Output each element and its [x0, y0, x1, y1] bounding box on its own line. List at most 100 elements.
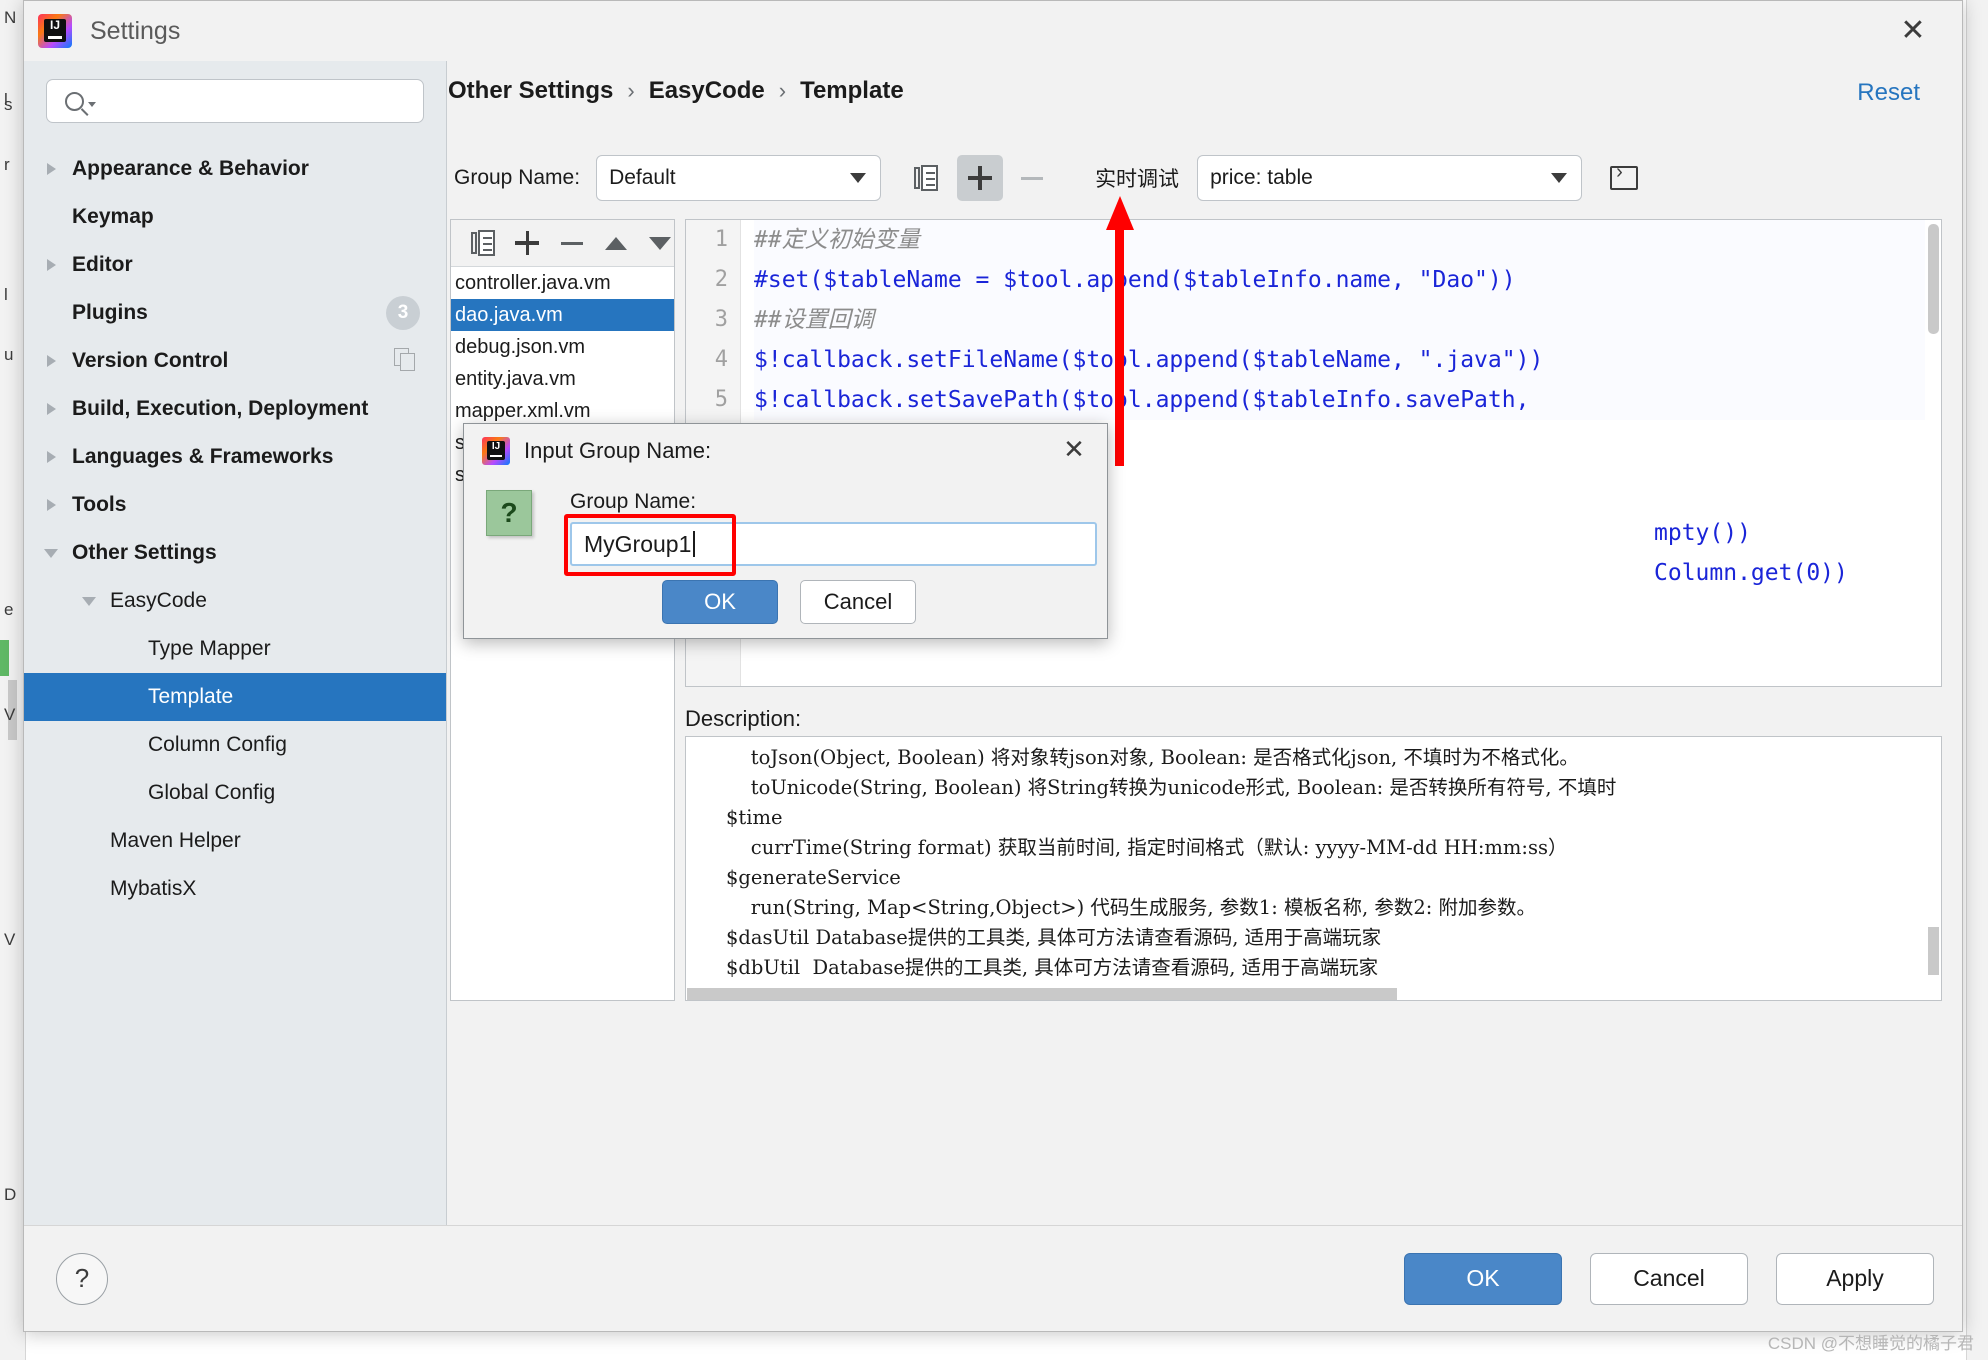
sidebar-item-maven-helper[interactable]: Maven Helper [24, 817, 446, 865]
sidebar-item-other-settings[interactable]: Other Settings [24, 529, 446, 577]
description-vertical-scrollbar[interactable] [1928, 927, 1939, 975]
code-line[interactable]: ##定义初始变量 [754, 220, 1925, 260]
sidebar-item-label: Build, Execution, Deployment [72, 397, 369, 420]
chevron-right-icon[interactable] [46, 451, 56, 463]
group-name-select[interactable]: Default [596, 155, 882, 201]
move-up-button[interactable] [602, 228, 630, 258]
close-icon[interactable]: ✕ [1892, 11, 1934, 51]
sidebar-item-global-config[interactable]: Global Config [24, 769, 446, 817]
line-number: 2 [714, 267, 728, 292]
sidebar-item-mybatisx[interactable]: MybatisX [24, 865, 446, 913]
sidebar-item-template[interactable]: Template [24, 673, 446, 721]
code-line[interactable]: $!callback.setSavePath($tool.append($tab… [754, 380, 1925, 420]
sidebar-item-label: Tools [72, 493, 127, 516]
copy-group-button[interactable] [903, 155, 949, 201]
sidebar-item-appearance-behavior[interactable]: Appearance & Behavior [24, 145, 446, 193]
code-fragment: mpty()) [1654, 520, 1751, 546]
list-item[interactable]: debug.json.vm [451, 331, 674, 363]
dialog-bottom-bar: ? OK Cancel Apply [24, 1225, 1962, 1331]
backdrop-text: N [4, 8, 17, 27]
code-line[interactable]: #set($tableName = $tool.append($tableInf… [754, 260, 1925, 300]
code-line[interactable]: $!callback.setFileName($tool.append($tab… [754, 340, 1925, 380]
sidebar-item-label: EasyCode [110, 589, 207, 612]
settings-tree: Appearance & Behavior Keymap Editor Plugins… [24, 145, 446, 913]
breadcrumb-separator-icon: › [778, 78, 787, 103]
ok-button[interactable]: OK [1404, 1252, 1562, 1305]
reset-link[interactable]: Reset [1857, 79, 1920, 107]
line-number: 3 [714, 307, 728, 332]
sidebar-item-keymap[interactable]: Keymap [24, 193, 446, 241]
tree-twisty-slot [38, 451, 64, 463]
minus-icon [560, 241, 583, 245]
settings-main-panel: Other Settings › EasyCode › Template Res… [448, 61, 1962, 1226]
breadcrumb-item-0[interactable]: Other Settings [448, 77, 613, 105]
move-down-button[interactable] [646, 228, 674, 258]
copy-icon [394, 348, 420, 374]
chevron-down-icon [1551, 173, 1568, 183]
sidebar-item-plugins[interactable]: Plugins 3 [24, 289, 446, 337]
code-line-text: ##定义初始变量 [754, 227, 920, 253]
line-number: 1 [714, 227, 728, 252]
dialog-cancel-button[interactable]: Cancel [800, 580, 916, 624]
list-item[interactable]: entity.java.vm [451, 363, 674, 395]
code-line-text: ##设置回调 [754, 307, 874, 333]
sidebar-item-type-mapper[interactable]: Type Mapper [24, 625, 446, 673]
chevron-right-icon[interactable] [46, 355, 56, 367]
debug-label: 实时调试 [1095, 168, 1180, 191]
debug-table-select[interactable]: price: table [1197, 155, 1583, 201]
dialog-ok-button[interactable]: OK [662, 580, 778, 624]
close-icon[interactable]: ✕ [1055, 430, 1093, 468]
sidebar-item-editor[interactable]: Editor [24, 241, 446, 289]
search-input[interactable] [104, 90, 413, 112]
backdrop-text: e [4, 600, 14, 619]
window-titlebar: IJ Settings ✕ [24, 1, 1962, 61]
chevron-right-icon[interactable] [46, 163, 56, 175]
breadcrumb-item-2[interactable]: Template [800, 77, 904, 105]
copy-file-button[interactable] [469, 228, 497, 258]
list-item[interactable]: controller.java.vm [451, 267, 674, 299]
move-up-icon [604, 236, 627, 250]
backdrop-right-gutter [1966, 0, 1988, 1360]
remove-group-button[interactable] [1009, 155, 1055, 201]
chevron-down-icon[interactable] [82, 596, 96, 606]
sidebar-item-column-config[interactable]: Column Config [24, 721, 446, 769]
apply-button[interactable]: Apply [1776, 1252, 1934, 1305]
help-button[interactable]: ? [56, 1252, 108, 1305]
watermark: CSDN @不想睡觉的橘子君 [1767, 1334, 1974, 1353]
description-horizontal-scrollbar[interactable] [687, 988, 1397, 1000]
add-file-button[interactable] [513, 228, 541, 258]
remove-file-button[interactable] [557, 228, 585, 258]
intellij-logo-icon: IJ [482, 437, 510, 465]
sidebar-item-easycode[interactable]: EasyCode [24, 577, 446, 625]
chevron-down-icon[interactable] [44, 548, 58, 558]
sidebar-item-label: Other Settings [72, 541, 217, 564]
cancel-button[interactable]: Cancel [1590, 1252, 1748, 1305]
tree-twisty-slot [38, 259, 64, 271]
code-line-text: $!callback.setFileName($tool.append($tab… [754, 347, 1544, 373]
list-item[interactable]: dao.java.vm [451, 299, 674, 331]
chevron-right-icon[interactable] [46, 499, 56, 511]
sidebar-item-version-control[interactable]: Version Control [24, 337, 446, 385]
copy-icon [914, 165, 939, 191]
dialog-titlebar: IJ Input Group Name: ✕ [464, 424, 1107, 478]
sidebar-item-languages-frameworks[interactable]: Languages & Frameworks [24, 433, 446, 481]
sidebar-item-build-execution-deployment[interactable]: Build, Execution, Deployment [24, 385, 446, 433]
sidebar-item-label: Keymap [72, 205, 154, 228]
sidebar-item-label: MybatisX [110, 877, 197, 900]
dialog-buttons: OK Cancel [662, 580, 916, 624]
group-name-input[interactable]: MyGroup1 [570, 522, 1097, 566]
search-icon [65, 91, 84, 111]
editor-vertical-scrollbar[interactable] [1928, 224, 1939, 334]
run-debug-button[interactable] [1604, 158, 1644, 198]
chevron-right-icon[interactable] [46, 259, 56, 271]
breadcrumb-item-1[interactable]: EasyCode [649, 77, 765, 105]
window-title: Settings [90, 16, 181, 45]
code-line[interactable]: ##设置回调 [754, 300, 1925, 340]
backdrop-text: V [4, 705, 16, 724]
intellij-logo-icon: IJ [38, 14, 72, 48]
chevron-right-icon[interactable] [46, 403, 56, 415]
sidebar-item-tools[interactable]: Tools [24, 481, 446, 529]
backdrop-green-marker [0, 640, 9, 676]
add-group-button[interactable] [957, 155, 1004, 201]
search-box[interactable] [46, 79, 424, 123]
